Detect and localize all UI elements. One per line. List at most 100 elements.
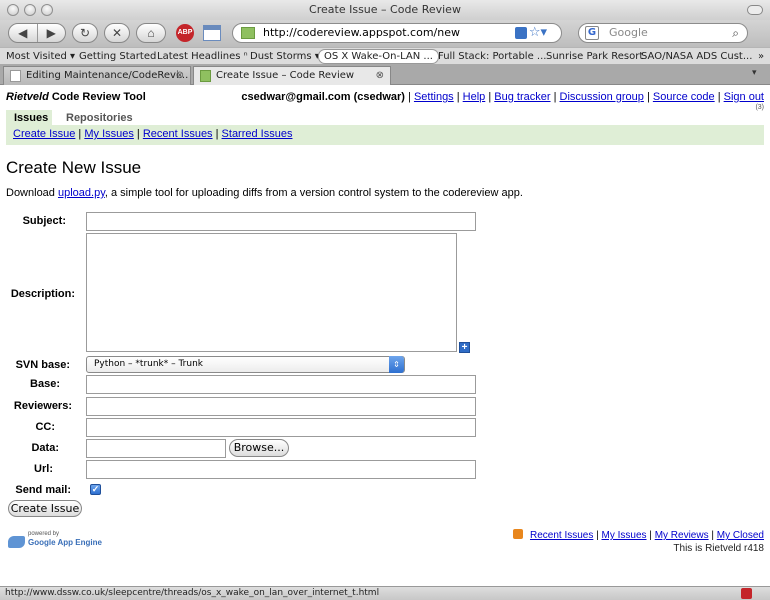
- help-link[interactable]: Help: [463, 91, 486, 103]
- bookmark-sao-nasa[interactable]: SAO/NASA ADS Cust...: [641, 48, 752, 64]
- intro-text: Download upload.py, a simple tool for up…: [6, 187, 523, 199]
- send-mail-label: Send mail:: [15, 484, 71, 496]
- user-email: csedwar@gmail.com (csedwar): [241, 91, 405, 103]
- reload-button[interactable]: ↻: [72, 23, 98, 43]
- stop-button[interactable]: ✕: [104, 23, 130, 43]
- bookmark-getting-started[interactable]: Getting Started: [79, 48, 156, 64]
- footer-my-issues-link[interactable]: My Issues: [602, 530, 647, 541]
- cc-label: CC:: [35, 421, 55, 433]
- close-tab-icon[interactable]: ⊗: [376, 67, 384, 85]
- description-textarea[interactable]: [86, 233, 457, 352]
- footer-links: Recent Issues | My Issues | My Reviews |…: [513, 529, 764, 541]
- search-input[interactable]: G Google ⌕: [578, 23, 748, 43]
- tab-create-issue[interactable]: Create Issue – Code Review ⊗: [193, 66, 391, 85]
- home-button[interactable]: ⌂: [136, 23, 166, 43]
- powered-by-text: powered by: [28, 531, 60, 537]
- subject-input[interactable]: [86, 212, 476, 231]
- address-url[interactable]: http://codereview.appspot.com/new: [263, 24, 460, 42]
- subject-label: Subject:: [22, 215, 66, 227]
- bookmark-sunrise-park[interactable]: Sunrise Park Resort: [546, 48, 643, 64]
- sign-out-link[interactable]: Sign out: [724, 91, 764, 103]
- expand-textarea-icon[interactable]: +: [459, 342, 470, 353]
- navigation-toolbar: ◀ ▶ ↻ ✕ ⌂ ABP http://codereview.appspot.…: [0, 20, 770, 47]
- search-placeholder: Google: [609, 26, 648, 39]
- bug-tracker-link[interactable]: Bug tracker: [494, 91, 550, 103]
- tab-editing-maintenance[interactable]: Editing Maintenance/CodeRevi... ⊗: [3, 66, 191, 85]
- search-icon[interactable]: ⌕: [732, 24, 739, 42]
- google-app-engine-badge[interactable]: powered by Google App Engine: [8, 531, 108, 551]
- starred-issues-link[interactable]: Starred Issues: [222, 128, 293, 140]
- stop-icon: ✕: [111, 26, 123, 40]
- brand-name: Rietveld: [6, 91, 49, 103]
- calendar-icon[interactable]: [203, 25, 221, 41]
- bookmarks-toolbar: Most Visited ▾ Getting Started Latest He…: [0, 47, 770, 65]
- reviewers-input[interactable]: [86, 397, 476, 416]
- settings-link[interactable]: Settings: [414, 91, 454, 103]
- svn-base-value: Python – *trunk* – Trunk: [94, 359, 203, 369]
- svn-base-label: SVN base:: [15, 359, 70, 371]
- google-search-engine-icon[interactable]: G: [585, 26, 599, 40]
- discussion-group-link[interactable]: Discussion group: [560, 91, 644, 103]
- page-content: Rietveld Code Review Tool csedwar@gmail.…: [0, 86, 770, 586]
- back-forward-buttons[interactable]: ◀ ▶: [8, 23, 66, 43]
- header-bar: Rietveld Code Review Tool csedwar@gmail.…: [6, 91, 764, 105]
- tab-list-icon[interactable]: ▾: [752, 68, 764, 80]
- data-file-input[interactable]: [86, 439, 226, 458]
- page-icon: [10, 70, 21, 82]
- intro-after: , a simple tool for uploading diffs from…: [104, 187, 523, 199]
- tab-label: Create Issue – Code Review: [216, 70, 355, 81]
- data-label: Data:: [31, 442, 59, 454]
- zoom-window-icon[interactable]: [41, 4, 53, 16]
- bookmark-os-x-wake-on-lan[interactable]: OS X Wake-On-LAN ...: [318, 49, 439, 64]
- source-code-link[interactable]: Source code: [653, 91, 715, 103]
- bookmarks-overflow-icon[interactable]: »: [758, 48, 764, 64]
- status-bar: http://www.dssw.co.uk/sleepcentre/thread…: [0, 586, 770, 600]
- create-issue-link[interactable]: Create Issue: [13, 128, 75, 140]
- adblock-icon[interactable]: ABP: [176, 24, 194, 42]
- forward-arrow-icon[interactable]: ▶: [38, 24, 66, 42]
- svn-base-select[interactable]: Python – *trunk* – Trunk ⇕: [86, 356, 405, 373]
- bookmark-most-visited[interactable]: Most Visited ▾: [6, 48, 75, 64]
- create-issue-button[interactable]: Create Issue: [8, 500, 82, 517]
- brand: Rietveld Code Review Tool: [6, 91, 146, 103]
- cc-input[interactable]: [86, 418, 476, 437]
- send-mail-checkbox[interactable]: ✓: [90, 484, 101, 495]
- minimize-window-icon[interactable]: [24, 4, 36, 16]
- browse-button[interactable]: Browse...: [229, 439, 289, 457]
- base-input[interactable]: [86, 375, 476, 394]
- rss-feed-icon[interactable]: [513, 529, 524, 539]
- tab-issues[interactable]: Issues: [6, 110, 52, 126]
- window-controls[interactable]: [7, 4, 53, 16]
- select-arrows-icon: ⇕: [389, 356, 404, 373]
- back-arrow-icon[interactable]: ◀: [9, 24, 38, 42]
- app-engine-name: Google App Engine: [28, 538, 102, 547]
- counter-badge: (3): [755, 104, 764, 111]
- home-icon: ⌂: [147, 26, 155, 40]
- tab-label: Editing Maintenance/CodeRevi...: [26, 70, 189, 81]
- bookmark-latest-headlines[interactable]: Latest Headlines ⁿ: [157, 48, 248, 64]
- window-title: Create Issue – Code Review: [309, 3, 461, 16]
- my-issues-link[interactable]: My Issues: [84, 128, 134, 140]
- description-label: Description:: [10, 288, 75, 300]
- status-text: http://www.dssw.co.uk/sleepcentre/thread…: [5, 588, 380, 598]
- footer-my-closed-link[interactable]: My Closed: [717, 530, 764, 541]
- close-window-icon[interactable]: [7, 4, 19, 16]
- address-bar[interactable]: http://codereview.appspot.com/new ☆▾: [232, 23, 562, 43]
- close-tab-icon[interactable]: ⊗: [176, 67, 184, 85]
- toolbar-toggle-icon[interactable]: [747, 5, 763, 15]
- url-input[interactable]: [86, 460, 476, 479]
- upload-py-link[interactable]: upload.py: [58, 187, 105, 199]
- recent-issues-link[interactable]: Recent Issues: [143, 128, 213, 140]
- adblock-status-icon[interactable]: [741, 588, 752, 599]
- user-links: csedwar@gmail.com (csedwar) | Settings |…: [241, 91, 764, 103]
- footer-recent-issues-link[interactable]: Recent Issues: [530, 530, 593, 541]
- tab-bar: Editing Maintenance/CodeRevi... ⊗ Create…: [0, 65, 770, 85]
- rss-feed-icon[interactable]: [515, 27, 527, 39]
- bookmark-full-stack[interactable]: Full Stack: Portable ...: [438, 48, 546, 64]
- footer-my-reviews-link[interactable]: My Reviews: [655, 530, 709, 541]
- bookmark-dust-storms[interactable]: Dust Storms ▾: [250, 48, 320, 64]
- bookmark-star-icon[interactable]: ☆▾: [529, 24, 547, 42]
- page-title: Create New Issue: [6, 158, 142, 177]
- tab-repositories[interactable]: Repositories: [58, 110, 141, 126]
- window-titlebar: Create Issue – Code Review: [0, 0, 770, 20]
